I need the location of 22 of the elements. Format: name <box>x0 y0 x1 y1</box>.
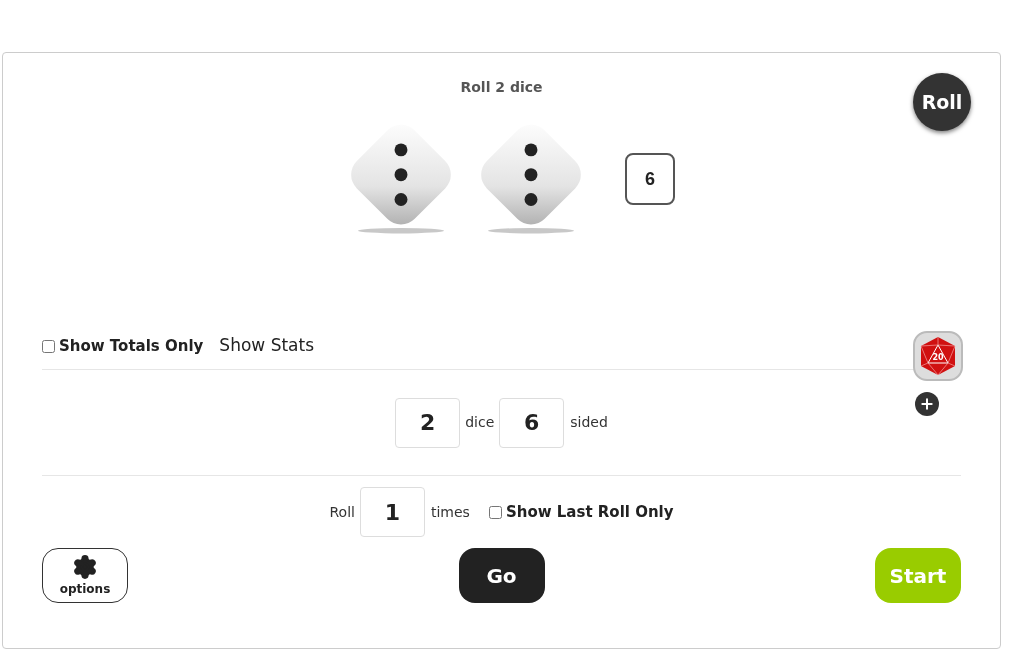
go-button[interactable]: Go <box>458 548 545 603</box>
number-field[interactable]: 1 <box>359 487 425 537</box>
checkbox-label: Show Totals Only <box>59 335 204 357</box>
checkbox[interactable] <box>488 505 502 519</box>
roll-title: Roll 2 dice <box>459 78 544 97</box>
roll-button[interactable]: Roll <box>913 73 971 131</box>
add-button[interactable] <box>915 392 939 416</box>
d20-icon <box>919 336 957 376</box>
number-field[interactable]: 6 <box>499 397 565 448</box>
options-button[interactable]: options <box>42 548 128 603</box>
times-label: times <box>430 502 470 522</box>
dice-label: dice <box>465 413 495 432</box>
checkbox[interactable] <box>42 339 55 353</box>
sided-label: sided <box>570 413 608 432</box>
roll-label: Roll <box>329 502 355 522</box>
total-value: 6 <box>625 153 675 205</box>
checkbox-label: Show Last Roll Only <box>505 501 674 523</box>
plus-icon <box>919 396 935 412</box>
d20-number: 20 <box>932 352 944 364</box>
show-stats-link[interactable]: Show Stats <box>219 333 315 359</box>
number-field[interactable]: 2 <box>395 397 461 448</box>
d20-button[interactable]: 20 <box>913 331 963 381</box>
